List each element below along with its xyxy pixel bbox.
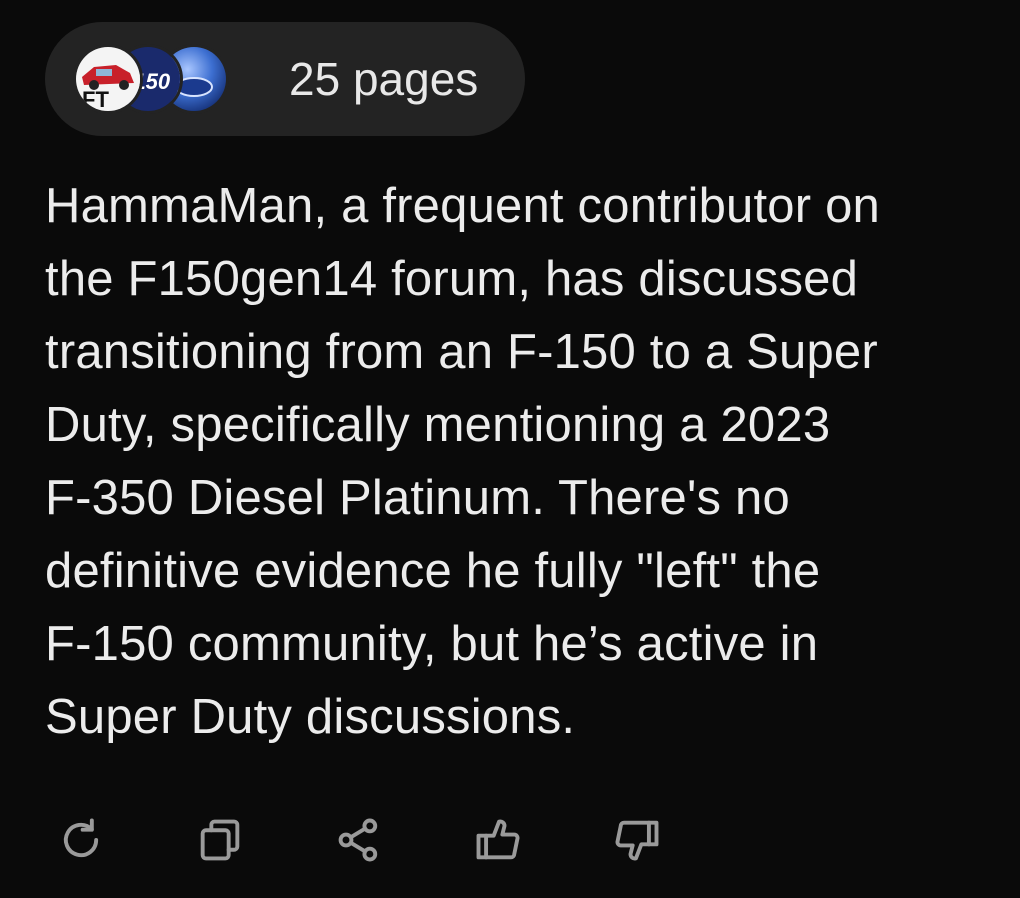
- answer-line: Duty, specifically mentioning a 2023: [45, 398, 831, 452]
- share-button[interactable]: [330, 811, 388, 869]
- thumbs-up-button[interactable]: [469, 811, 527, 869]
- thumbs-up-icon: [476, 819, 520, 860]
- regenerate-icon: [63, 818, 99, 858]
- answer-line: the F150gen14 forum, has discussed: [45, 252, 859, 306]
- answer-line: transitioning from an F-150 to a Super: [45, 325, 878, 379]
- answer-line: F-150 community, but he’s active in: [45, 617, 819, 671]
- answer-line: F-350 Diesel Platinum. There's no: [45, 471, 790, 525]
- thumbs-down-button[interactable]: [608, 811, 666, 869]
- action-bar: [52, 810, 747, 870]
- svg-text:FT: FT: [82, 87, 109, 111]
- regenerate-button[interactable]: [52, 811, 110, 869]
- copy-icon: [200, 819, 240, 861]
- answer-line: definitive evidence he fully "left" the: [45, 544, 821, 598]
- forum-car-logo-icon: FT: [73, 44, 143, 114]
- pages-count: 25 pages: [289, 53, 479, 105]
- answer-text: HammaMan, a frequent contributor on the …: [45, 170, 1020, 754]
- answer-line: HammaMan, a frequent contributor on: [45, 179, 880, 233]
- answer-line: Super Duty discussions.: [45, 690, 576, 744]
- source-favicons: FT F150: [73, 44, 279, 114]
- share-icon: [338, 818, 378, 862]
- thumbs-down-icon: [615, 820, 659, 861]
- sources-pill[interactable]: FT F150 25 pages: [45, 22, 525, 136]
- copy-button[interactable]: [191, 811, 249, 869]
